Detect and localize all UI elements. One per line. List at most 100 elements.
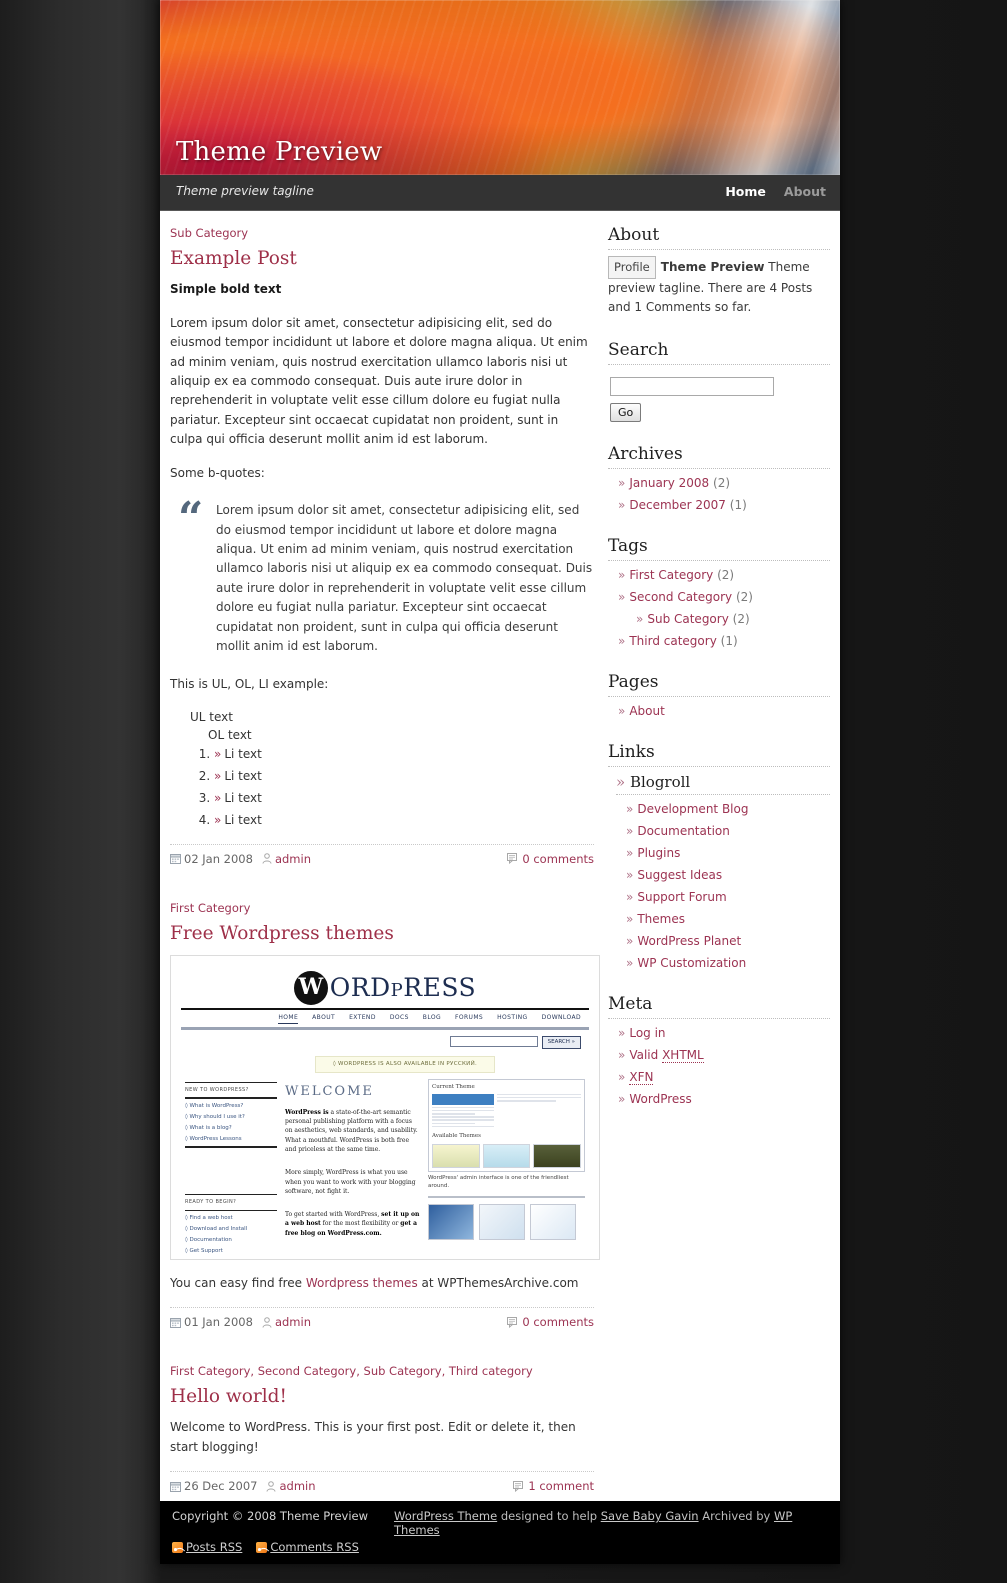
post-date-label: 02 Jan 2008 (184, 851, 253, 866)
post-author-link[interactable]: admin (275, 852, 311, 866)
post-author-link[interactable]: admin (279, 1479, 315, 1493)
blockquote-text: Lorem ipsum dolor sit amet, consectetur … (216, 503, 593, 654)
post-bold-intro: Simple bold text (170, 280, 594, 299)
caption-post: at WPThemesArchive.com (417, 1275, 579, 1290)
post-title-link[interactable]: Free Wordpress themes (170, 923, 394, 944)
arrow-bullet-icon: » (626, 801, 634, 816)
wp-admin-caption: WordPress' admin interface is one of the… (428, 1174, 569, 1189)
rss-icon (256, 1541, 268, 1553)
tag-link[interactable]: First Category (629, 568, 713, 582)
search-form: Go (608, 371, 830, 422)
category-link[interactable]: First Category, Second Category, Sub Cat… (170, 1364, 533, 1378)
wp-nav-hosting: HOSTING (497, 1014, 528, 1022)
post-comments-link[interactable]: 0 comments (522, 852, 594, 866)
theme-thumb (432, 1143, 480, 1168)
post-meta-left: 26 Dec 2007 admin (170, 1479, 316, 1493)
meta-link-xfn[interactable]: XFN (629, 1070, 654, 1086)
blogroll-link[interactable]: Documentation (637, 824, 730, 838)
wordpress-homepage-screenshot[interactable]: W ORDPRESS HOME ABOUT EXTEND DOCS BLOG F… (175, 959, 595, 1255)
meta-link-valid-xhtml[interactable]: Valid XHTML (629, 1048, 704, 1063)
feed-posts: Posts RSS (172, 1540, 242, 1554)
ordered-list: »Li text »Li text »Li text »Li text (190, 745, 594, 830)
wp-left-links-1: ◊ What is WordPress? ◊ Why should I use … (185, 1102, 277, 1144)
tag-link[interactable]: Second Category (629, 590, 732, 604)
archive-link[interactable]: December 2007 (629, 498, 726, 512)
wp-panel-title: Current Theme (432, 1083, 475, 1090)
post-categories: Sub Category (170, 225, 594, 241)
calendar-icon (170, 854, 181, 864)
arrow-bullet-icon: » (618, 703, 626, 718)
footer-credit-mid: designed to help (497, 1509, 601, 1524)
archive-link[interactable]: January 2008 (629, 476, 709, 490)
page-link-about[interactable]: About (629, 704, 664, 718)
blogroll-link[interactable]: WP Customization (637, 956, 746, 970)
blogroll-link[interactable]: WordPress Planet (637, 934, 741, 948)
wordpress-logo: W ORDPRESS (175, 960, 595, 1009)
list-item: ◊ Download and Install (185, 1225, 248, 1232)
post-title-link[interactable]: Example Post (170, 248, 297, 269)
comments-rss-link[interactable]: Comments RSS (270, 1540, 359, 1554)
post-author: admin (266, 1479, 316, 1493)
footer-link-wordpress-theme[interactable]: WordPress Theme (394, 1509, 497, 1523)
wp-theme-thumbs (428, 1203, 585, 1240)
nav-item-home[interactable]: Home (725, 184, 766, 199)
blogroll-link[interactable]: Themes (637, 912, 685, 926)
tag-link[interactable]: Sub Category (647, 612, 728, 626)
post-comments-link[interactable]: 1 comment (528, 1479, 594, 1493)
meta-link-login[interactable]: Log in (629, 1026, 665, 1040)
caption-link[interactable]: Wordpress themes (306, 1276, 418, 1290)
category-link[interactable]: First Category (170, 901, 250, 915)
list-item: ◊ What is a blog? (185, 1124, 232, 1131)
post-paragraph: Welcome to WordPress. This is your first… (170, 1420, 576, 1454)
wp-columns: NEW TO WORDPRESS? ◊ What is WordPress? ◊… (175, 1073, 595, 1255)
search-go-button[interactable]: Go (610, 402, 642, 422)
footer-credit-mid2: Archived by (698, 1509, 774, 1524)
post-hello-world: First Category, Second Category, Sub Cat… (170, 1363, 594, 1495)
post-image-frame: W ORDPRESS HOME ABOUT EXTEND DOCS BLOG F… (170, 954, 600, 1260)
post-comments-link[interactable]: 0 comments (522, 1315, 594, 1329)
arrow-bullet-icon: » (626, 911, 634, 926)
widget-tags: Tags » First Category (2) » Second Categor… (608, 536, 830, 650)
archive-count: (2) (713, 475, 731, 490)
blogroll-label: Blogroll (629, 772, 691, 791)
blogroll-link[interactable]: Development Blog (637, 802, 748, 816)
tags-sublist: » Sub Category (2) (618, 611, 830, 628)
content-area: Sub Category Example Post Simple bold te… (160, 211, 840, 1502)
list-item: » Sub Category (2) (636, 611, 830, 628)
theme-thumb (530, 1203, 576, 1240)
wordpress-search-row: SEARCH » (175, 1035, 595, 1049)
footer-link-save-baby-gavin[interactable]: Save Baby Gavin (601, 1509, 699, 1523)
widget-about: About Profile Theme Preview Theme preview… (608, 225, 830, 318)
placeholder-line (497, 1096, 581, 1099)
wp-para3-c: for the most flexibility or (320, 1220, 401, 1228)
nav-item-about[interactable]: About (784, 184, 826, 199)
tag-link[interactable]: Third category (629, 634, 716, 648)
arrow-bullet-icon: » (618, 497, 626, 512)
about-site-name: Theme Preview (660, 260, 765, 274)
post-caption: You can easy find free Wordpress themes … (170, 1274, 594, 1293)
post-date: 26 Dec 2007 (170, 1479, 257, 1493)
wp-para1-bold: WordPress is (285, 1108, 329, 1116)
category-link[interactable]: Sub Category (170, 226, 248, 240)
blog-title[interactable]: Theme Preview (176, 137, 382, 167)
posts-rss-link[interactable]: Posts RSS (186, 1540, 242, 1554)
wordmark-ord: ORD (329, 972, 391, 1002)
widget-title-meta: Meta (608, 994, 830, 1019)
blogroll-link[interactable]: Suggest Ideas (637, 868, 722, 882)
rss-icon (172, 1541, 183, 1553)
meta-link-wordpress[interactable]: WordPress (629, 1092, 691, 1106)
post-comments: 0 comments (507, 852, 594, 866)
blogroll-link[interactable]: Support Forum (637, 890, 726, 904)
post-meta-left: 02 Jan 2008 admin (170, 852, 311, 866)
post-author-link[interactable]: admin (275, 1315, 311, 1329)
list-item: » January 2008 (2) (618, 475, 830, 492)
calendar-icon (170, 1317, 181, 1328)
profile-image-placeholder: Profile (608, 256, 656, 279)
post-title-link[interactable]: Hello world! (170, 1386, 287, 1407)
widget-title-about: About (608, 225, 830, 250)
tag-count: (2) (732, 611, 750, 626)
wordpress-site-nav: HOME ABOUT EXTEND DOCS BLOG FORUMS HOSTI… (175, 1010, 595, 1027)
widget-links: Links » Blogroll » Development Blog » Docu… (608, 742, 830, 972)
blogroll-link[interactable]: Plugins (637, 846, 680, 860)
search-input[interactable] (610, 376, 774, 396)
